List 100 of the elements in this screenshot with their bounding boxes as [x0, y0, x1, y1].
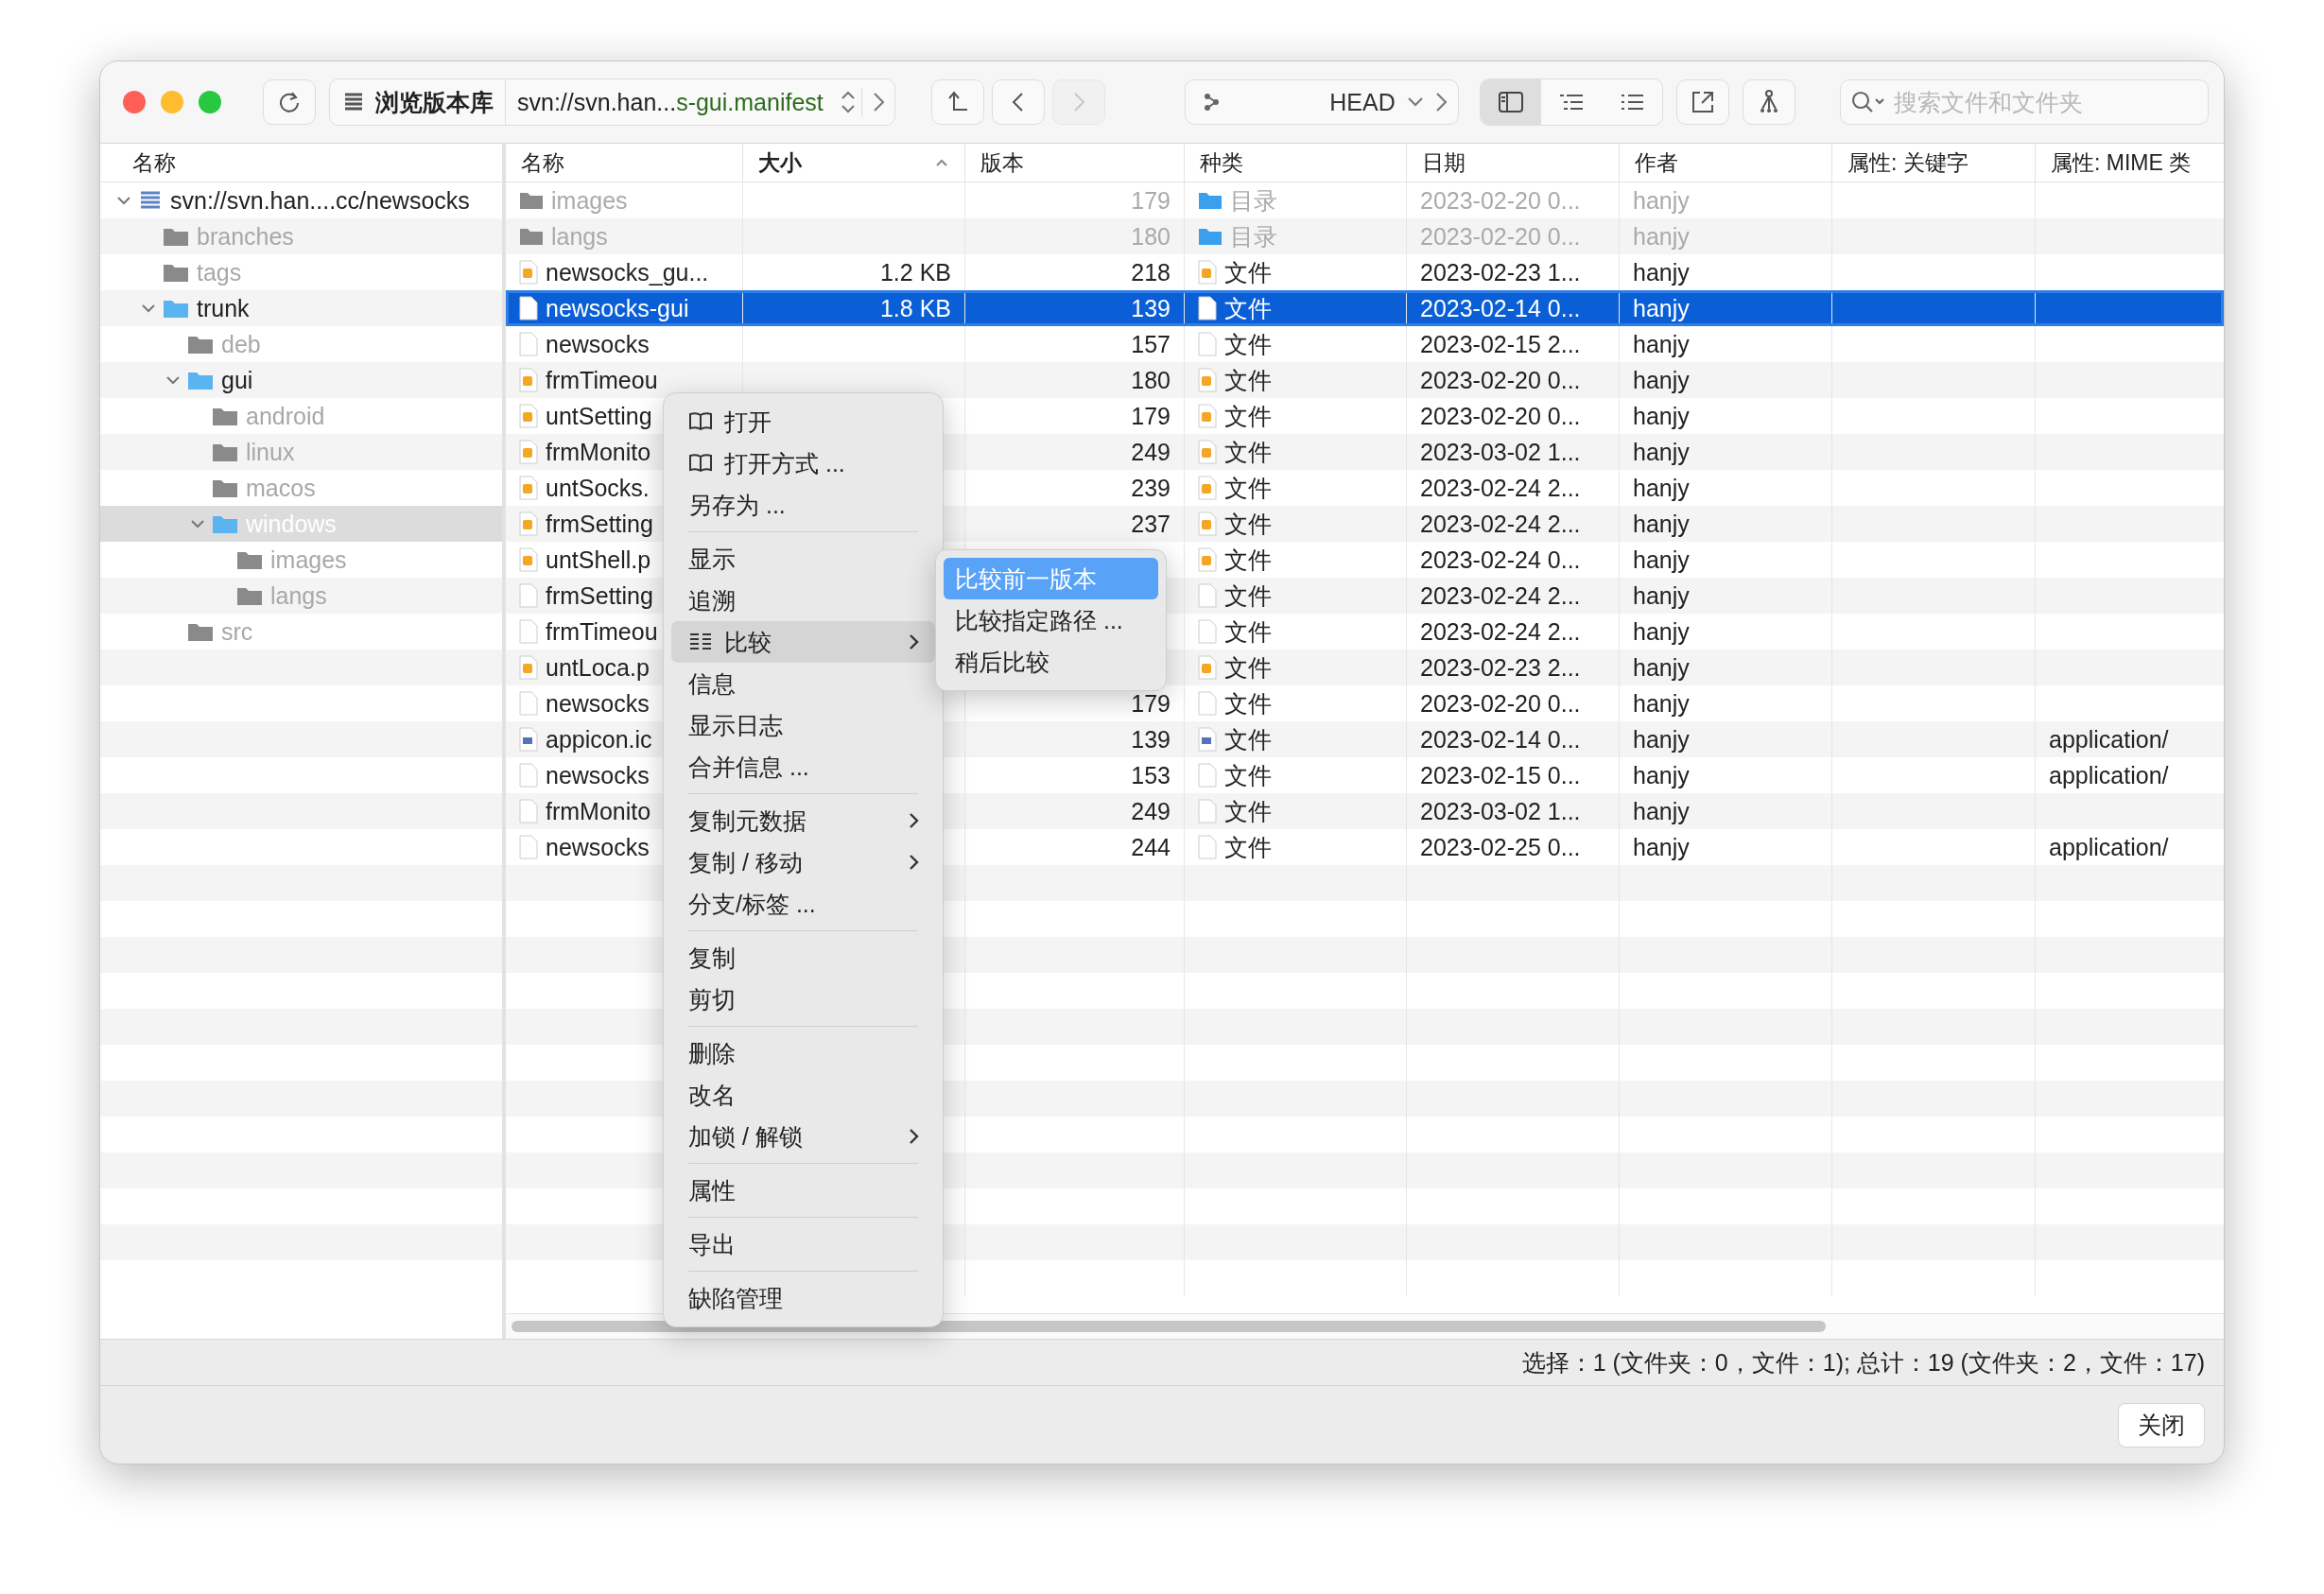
file-author: hanjy [1633, 258, 1690, 286]
file-name[interactable]: frmMonito [546, 797, 651, 825]
export-button[interactable] [1675, 79, 1729, 125]
column-header[interactable]: 日期 [1407, 144, 1620, 182]
file-name[interactable]: newsocks [546, 689, 650, 718]
blank-file-icon [1198, 763, 1217, 788]
folder-icon [519, 191, 544, 210]
menu-item[interactable]: 显示 [671, 538, 935, 580]
repository-browser-button[interactable]: 浏览版本库 [330, 79, 506, 125]
file-author: hanjy [1633, 617, 1690, 646]
file-type: 文件 [1224, 688, 1272, 719]
graph-button[interactable] [1742, 79, 1795, 125]
file-author: hanjy [1633, 330, 1690, 358]
menu-item[interactable]: 缺陷管理 [671, 1277, 935, 1319]
file-name[interactable]: frmMonito [546, 438, 651, 466]
column-header[interactable]: 版本 [965, 144, 1185, 182]
file-date: 2023-03-02 1... [1420, 797, 1581, 825]
menu-item[interactable]: 比较 [671, 621, 935, 663]
code-file-icon [519, 655, 538, 680]
menu-item[interactable]: 属性 [671, 1170, 935, 1211]
file-name[interactable]: newsocks_gu... [546, 258, 709, 286]
file-name[interactable]: frmTimeou [546, 366, 658, 394]
menu-item[interactable]: 合并信息 ... [671, 746, 935, 788]
menu-item[interactable]: 复制元数据 [671, 800, 935, 841]
up-button[interactable] [930, 79, 984, 125]
menu-item[interactable]: 比较指定路径 ... [944, 599, 1158, 641]
tree-item[interactable]: svn://svn.han....cc/newsocks [100, 182, 502, 218]
mime-type: application/ [2049, 725, 2169, 754]
file-name[interactable]: newsocks-gui [546, 294, 689, 322]
folder-icon [1198, 191, 1223, 210]
column-header[interactable]: 属性: MIME 类 [2036, 144, 2224, 182]
file-name[interactable]: untSetting [546, 402, 652, 430]
file-type: 文件 [1224, 760, 1272, 790]
menu-item[interactable]: 导出 [671, 1223, 935, 1265]
file-type: 文件 [1224, 329, 1272, 359]
menu-item[interactable]: 打开 [671, 401, 935, 442]
sidebar-view-button[interactable] [1480, 79, 1541, 125]
column-header[interactable]: 属性: 关键字 [1832, 144, 2036, 182]
search-field[interactable]: 搜索文件和文件夹 [1840, 79, 2209, 125]
file-name[interactable]: appicon.ic [546, 725, 652, 754]
file-name[interactable]: frmSetting [546, 581, 653, 610]
file-date: 2023-02-24 0... [1420, 546, 1581, 574]
file-date: 2023-02-20 0... [1420, 186, 1581, 215]
blank-file-icon [519, 296, 538, 321]
zoom-window-button[interactable] [199, 91, 221, 113]
menu-item[interactable]: 追溯 [671, 580, 935, 621]
menu-item[interactable]: 打开方式 ... [671, 442, 935, 484]
refresh-button[interactable] [263, 79, 316, 125]
revision-number: 179 [1131, 186, 1171, 215]
menu-item[interactable]: 复制 / 移动 [671, 841, 935, 883]
menu-item[interactable]: 另存为 ... [671, 484, 935, 526]
file-date: 2023-03-02 1... [1420, 438, 1581, 466]
revision-label[interactable]: HEAD [1329, 88, 1396, 116]
menu-item[interactable]: 显示日志 [671, 704, 935, 746]
file-date: 2023-02-20 0... [1420, 689, 1581, 718]
file-author: hanjy [1633, 510, 1690, 538]
close-window-button[interactable] [123, 91, 146, 113]
column-header[interactable]: 种类 [1185, 144, 1407, 182]
file-name[interactable]: untShell.p [546, 546, 651, 574]
file-author: hanjy [1633, 294, 1690, 322]
menu-item[interactable]: 稍后比较 [944, 641, 1158, 683]
close-button[interactable]: 关闭 [2118, 1402, 2205, 1447]
menu-item[interactable]: 复制 [671, 937, 935, 979]
menu-item[interactable]: 剪切 [671, 979, 935, 1020]
file-type: 文件 [1224, 832, 1272, 862]
menu-item[interactable]: 改名 [671, 1074, 935, 1116]
sidebar-icon [1496, 90, 1525, 114]
column-header[interactable]: 名称 [506, 144, 743, 182]
file-name[interactable]: frmTimeou [546, 617, 658, 646]
file-name[interactable]: frmSetting [546, 510, 653, 538]
file-name[interactable]: newsocks [546, 330, 650, 358]
file-date: 2023-02-14 0... [1420, 725, 1581, 754]
revision-number: 218 [1131, 258, 1171, 286]
file-type: 文件 [1224, 580, 1272, 611]
menu-item[interactable]: 删除 [671, 1032, 935, 1074]
file-type: 文件 [1224, 365, 1272, 395]
file-author: hanjy [1633, 222, 1690, 251]
file-name[interactable]: untLoca.p [546, 653, 650, 682]
tree-item[interactable]: trunk [100, 290, 502, 326]
column-header[interactable]: 作者 [1620, 144, 1832, 182]
code-file-icon [1198, 404, 1217, 428]
file-author: hanjy [1633, 797, 1690, 825]
file-author: hanjy [1633, 366, 1690, 394]
code-file-icon [1198, 440, 1217, 464]
code-file-icon [519, 260, 538, 285]
menu-item[interactable]: 信息 [671, 663, 935, 704]
file-name[interactable]: newsocks [546, 761, 650, 789]
revision-number: 237 [1131, 510, 1171, 538]
file-name[interactable]: untSocks. [546, 474, 650, 502]
file-type: 文件 [1224, 437, 1272, 467]
file-name[interactable]: newsocks [546, 833, 650, 861]
column-header[interactable]: 大小 [743, 144, 965, 182]
file-date: 2023-02-24 2... [1420, 510, 1581, 538]
tree-item[interactable]: gui [100, 362, 502, 398]
file-date: 2023-02-24 2... [1420, 617, 1581, 646]
file-author: hanjy [1633, 438, 1690, 466]
menu-item[interactable]: 加锁 / 解锁 [671, 1116, 935, 1157]
menu-item[interactable]: 分支/标签 ... [671, 883, 935, 925]
code-file-icon [519, 404, 538, 428]
repository-path[interactable]: svn://svn.han...s-gui.manifest [506, 88, 835, 116]
